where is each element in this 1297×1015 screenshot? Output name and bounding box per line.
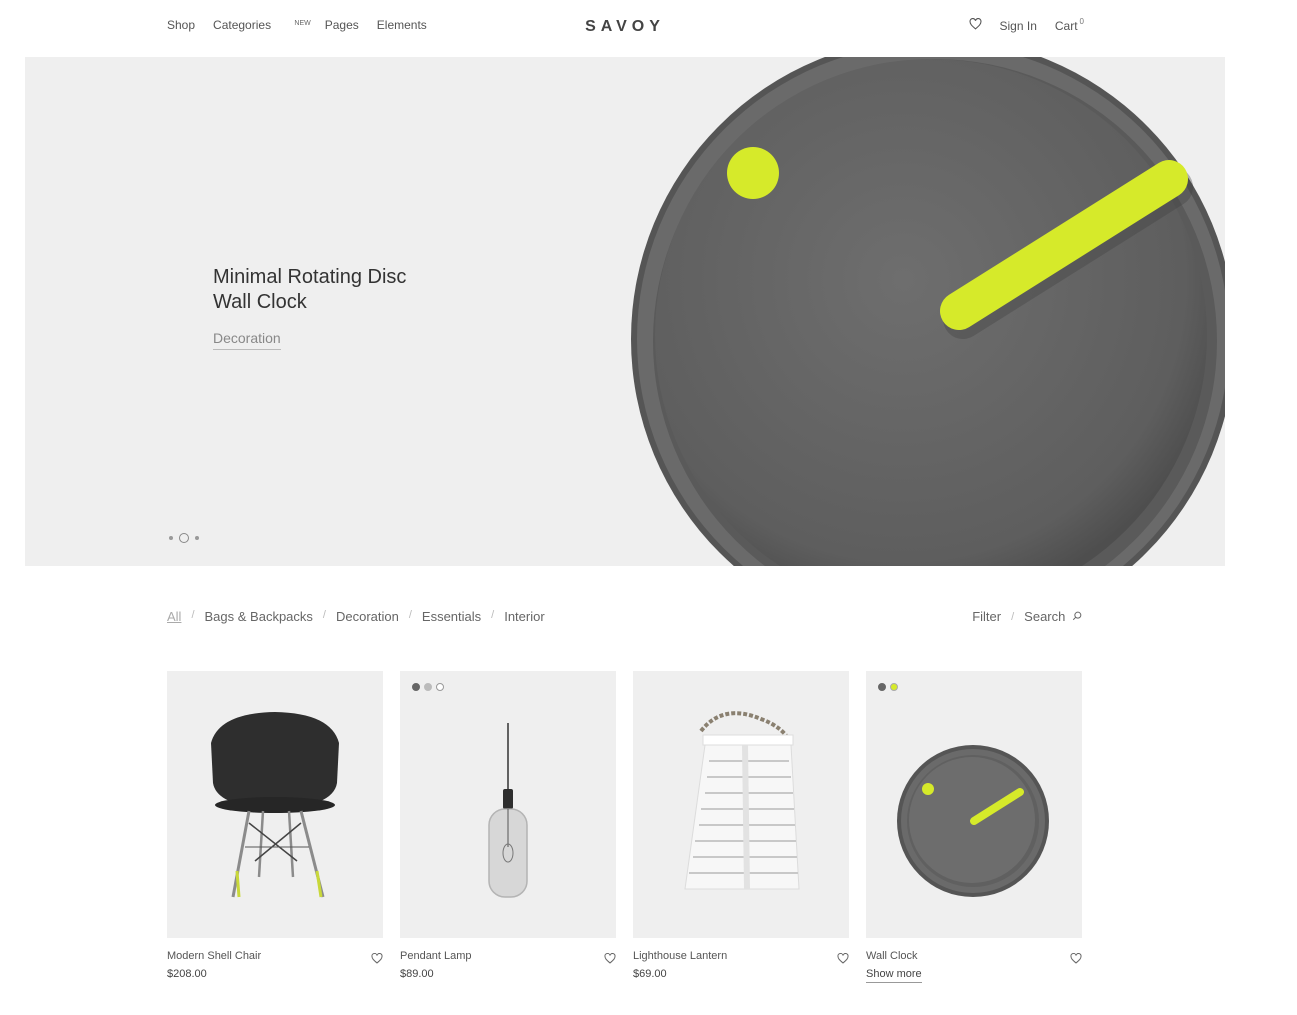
product-image-lantern[interactable]: [633, 671, 849, 938]
show-more-link[interactable]: Show more: [866, 968, 922, 983]
product-grid: Modern Shell Chair $208.00 Pendant Lamp …: [167, 671, 1082, 983]
swatch-dark-gray[interactable]: [412, 683, 420, 691]
slider-dot-2[interactable]: [179, 533, 189, 543]
search-button[interactable]: Search: [1024, 609, 1082, 624]
cart-label: Cart: [1054, 18, 1078, 33]
swatch-gray[interactable]: [878, 683, 886, 691]
search-icon: [1072, 611, 1082, 621]
filter-separator: /: [1011, 610, 1015, 623]
swatch-light-gray[interactable]: [424, 683, 432, 691]
filter-bags-backpacks[interactable]: Bags & Backpacks: [205, 609, 313, 624]
product-image-wall-clock[interactable]: [866, 671, 1082, 938]
product-name[interactable]: Modern Shell Chair: [167, 950, 383, 962]
product-name[interactable]: Pendant Lamp: [400, 950, 616, 962]
hero-title-line1: Minimal Rotating Disc: [213, 266, 407, 288]
cart-link[interactable]: Cart 0: [1054, 16, 1084, 33]
hero-category-link[interactable]: Decoration: [213, 330, 281, 350]
sign-in-link[interactable]: Sign In: [1000, 19, 1037, 33]
filter-separator: /: [491, 609, 495, 621]
product-card: Wall Clock Show more: [866, 671, 1082, 983]
slider-dot-1[interactable]: [169, 536, 173, 540]
heart-icon[interactable]: [604, 951, 616, 969]
product-name[interactable]: Lighthouse Lantern: [633, 950, 849, 962]
heart-icon[interactable]: [1070, 951, 1082, 969]
heart-icon[interactable]: [371, 951, 383, 969]
pendant-lamp-image: [488, 723, 528, 898]
shell-chair-image: [211, 712, 339, 898]
heart-icon[interactable]: [837, 951, 849, 969]
product-card: Pendant Lamp $89.00: [400, 671, 616, 983]
color-swatches: [878, 683, 898, 691]
wall-clock-image: [897, 745, 1049, 897]
product-image-lamp[interactable]: [400, 671, 616, 938]
swatch-white[interactable]: [436, 683, 444, 691]
filter-separator: /: [322, 609, 326, 621]
product-price: $89.00: [400, 968, 434, 980]
swatch-lime[interactable]: [890, 683, 898, 691]
filter-button[interactable]: Filter: [972, 609, 1001, 624]
product-image-chair[interactable]: [167, 671, 383, 938]
filter-interior[interactable]: Interior: [504, 609, 544, 624]
product-card: Lighthouse Lantern $69.00: [633, 671, 849, 983]
hero-slider: Minimal Rotating Disc Wall Clock Decorat…: [25, 57, 1225, 566]
hero-clock-image: [631, 57, 1225, 566]
header-actions: Sign In Cart 0: [969, 16, 1084, 33]
product-card: Modern Shell Chair $208.00: [167, 671, 383, 983]
slider-pagination: [169, 533, 199, 543]
hero-title-line2: Wall Clock: [213, 291, 307, 313]
color-swatches: [412, 683, 444, 691]
wishlist-heart-icon[interactable]: [969, 17, 982, 33]
search-label: Search: [1024, 609, 1066, 624]
cart-count: 0: [1079, 16, 1084, 26]
product-price: $208.00: [167, 968, 207, 980]
filter-separator: /: [408, 609, 412, 621]
filter-all[interactable]: All: [167, 609, 181, 624]
category-filters: All / Bags & Backpacks / Decoration / Es…: [167, 609, 545, 624]
product-price: $69.00: [633, 968, 667, 980]
product-name[interactable]: Wall Clock: [866, 950, 1082, 962]
lighthouse-lantern-image: [684, 711, 800, 890]
filter-separator: /: [191, 609, 195, 621]
slider-dot-3[interactable]: [195, 536, 199, 540]
hero-title[interactable]: Minimal Rotating Disc Wall Clock: [213, 265, 473, 315]
site-header: Shop Categories NEW Pages Elements SAVOY…: [0, 0, 1297, 57]
filter-actions: Filter / Search: [972, 609, 1082, 624]
filter-decoration[interactable]: Decoration: [336, 609, 399, 624]
filter-essentials[interactable]: Essentials: [422, 609, 481, 624]
